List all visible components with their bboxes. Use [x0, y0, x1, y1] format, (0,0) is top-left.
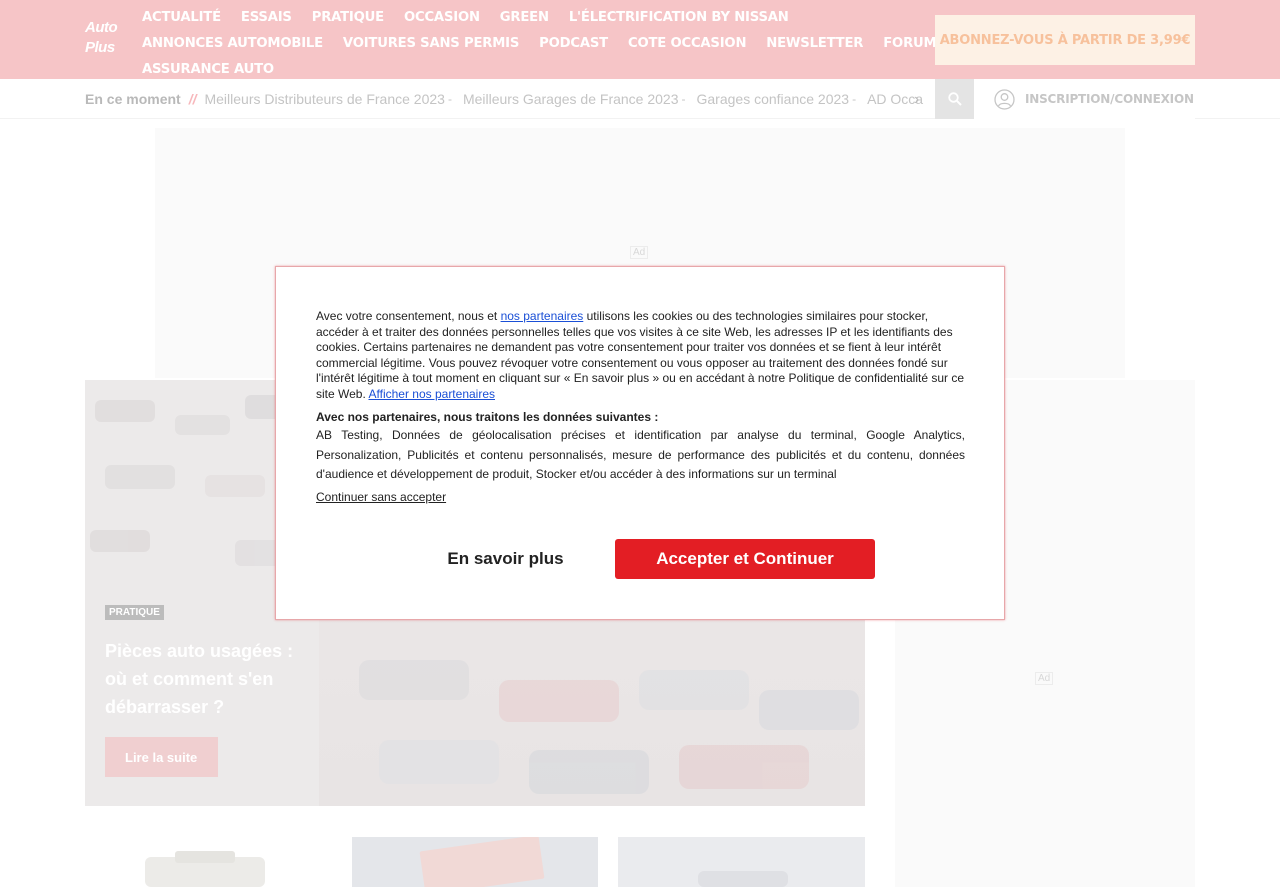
category-badge: PRATIQUE: [105, 605, 164, 620]
trending-dash: -: [447, 92, 452, 106]
trending-item[interactable]: Garages confiance 2023: [697, 91, 850, 107]
trending-dash: -: [852, 92, 857, 106]
trending-item[interactable]: Meilleurs Distributeurs de France 2023: [204, 91, 444, 107]
search-icon: [947, 92, 962, 106]
article-card[interactable]: [618, 837, 865, 887]
learn-more-button[interactable]: En savoir plus: [406, 539, 605, 579]
login-button[interactable]: INSCRIPTION/CONNEXION: [974, 79, 1195, 119]
nav-annonces-automobile[interactable]: ANNONCES AUTOMOBILE: [142, 36, 323, 51]
nav-green[interactable]: GREEN: [500, 10, 549, 25]
search-button[interactable]: [935, 79, 974, 119]
purposes-heading: Avec nos partenaires, nous traitons les …: [316, 409, 659, 424]
document-image: [419, 837, 545, 887]
trending-separator: //: [188, 91, 197, 107]
trending-label: En ce moment: [85, 91, 181, 107]
nav-essais[interactable]: ESSAIS: [241, 10, 292, 25]
nav-newsletter[interactable]: NEWSLETTER: [766, 36, 863, 51]
car-sky-image: [698, 871, 788, 887]
nav-row-2: ANNONCES AUTOMOBILE VOITURES SANS PERMIS…: [142, 30, 937, 56]
nav-cote-occasion[interactable]: COTE OCCASION: [628, 36, 747, 51]
continue-without-accepting: Continuer sans accepter: [316, 490, 965, 506]
nav-pratique[interactable]: PRATIQUE: [312, 10, 384, 25]
continue-without-accepting-link[interactable]: Continuer sans accepter: [316, 490, 446, 504]
cookie-consent-dialog: Avec votre consentement, nous et nos par…: [275, 266, 1005, 620]
site-header: Auto Plus ACTUALITÉ ESSAIS PRATIQUE OCCA…: [0, 0, 1280, 79]
trending-dash: -: [681, 92, 686, 106]
main-nav: ACTUALITÉ ESSAIS PRATIQUE OCCASION GREEN…: [142, 4, 937, 82]
user-icon: [994, 88, 1015, 110]
nav-occasion[interactable]: OCCASION: [404, 10, 480, 25]
nav-row-1: ACTUALITÉ ESSAIS PRATIQUE OCCASION GREEN…: [142, 4, 912, 30]
logo-line-1: Auto: [85, 19, 118, 36]
trending-list: En ce moment // Meilleurs Distributeurs …: [85, 79, 935, 119]
accept-button[interactable]: Accepter et Continuer: [615, 539, 875, 579]
nav-actualite[interactable]: ACTUALITÉ: [142, 10, 221, 25]
nav-electrification-nissan[interactable]: L'ÉLECTRIFICATION BY NISSAN: [569, 10, 789, 25]
logo-line-2: Plus: [85, 39, 115, 56]
consent-intro-start: Avec votre consentement, nous et: [316, 309, 501, 323]
show-partners-link[interactable]: Afficher nos partenaires: [368, 387, 495, 401]
nav-assurance-auto[interactable]: ASSURANCE AUTO: [142, 62, 274, 77]
purposes-list: AB Testing, Données de géolocalisation p…: [316, 428, 965, 482]
article-card[interactable]: [352, 837, 598, 887]
consent-intro: Avec votre consentement, nous et nos par…: [316, 309, 965, 403]
consent-body: Avec votre consentement, nous et nos par…: [316, 309, 965, 505]
article-card[interactable]: [85, 837, 331, 887]
classic-car-image: [145, 851, 265, 887]
ad-label: Ad: [1035, 672, 1054, 685]
nav-podcast[interactable]: PODCAST: [539, 36, 608, 51]
nav-forum[interactable]: FORUM: [883, 36, 936, 51]
subscribe-button[interactable]: ABONNEZ-VOUS À PARTIR DE 3,99€: [935, 15, 1195, 65]
login-label: INSCRIPTION/CONNEXION: [1025, 92, 1194, 106]
hero-title[interactable]: Pièces auto usagées : où et comment s'en…: [105, 637, 305, 721]
nav-voitures-sans-permis[interactable]: VOITURES SANS PERMIS: [343, 36, 519, 51]
trending-item[interactable]: Meilleurs Garages de France 2023: [463, 91, 679, 107]
read-more-button[interactable]: Lire la suite: [105, 737, 218, 777]
autoplus-logo[interactable]: Auto Plus: [85, 18, 118, 62]
partners-link[interactable]: nos partenaires: [501, 309, 584, 323]
ad-label: Ad: [630, 246, 649, 259]
chevron-right-icon[interactable]: ›: [914, 91, 919, 109]
